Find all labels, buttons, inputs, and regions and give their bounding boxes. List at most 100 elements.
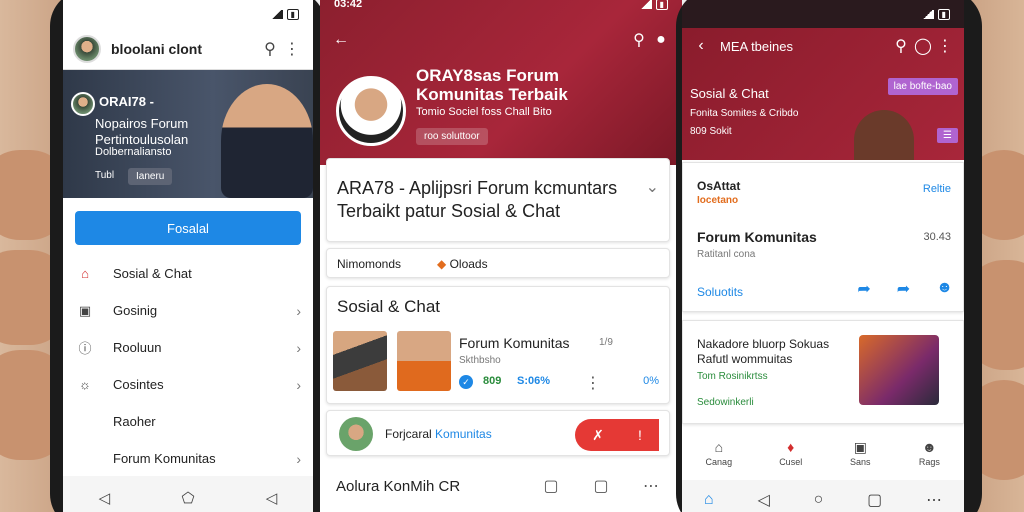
square-icon[interactable]: ▢ xyxy=(590,475,612,497)
chevron-right-icon: › xyxy=(296,450,301,467)
forward-icon[interactable]: ➦ xyxy=(897,279,910,299)
share-icon[interactable]: ➦ xyxy=(857,279,870,299)
home-icon[interactable]: ⌂ xyxy=(704,491,714,509)
battery-icon: ▮ xyxy=(937,8,950,20)
mic-icon[interactable]: ● xyxy=(650,29,672,51)
menu-item-forum-komunitas[interactable]: Forum Komunitas › xyxy=(63,440,313,477)
item-sub: Skthbsho xyxy=(459,355,501,366)
stat-blue: S:06% xyxy=(517,375,551,387)
close-icon[interactable]: ✗ xyxy=(592,427,604,444)
item-title[interactable]: Forum Komunitas xyxy=(459,335,569,351)
menu-item-label: Rooluun xyxy=(113,340,162,355)
card-link[interactable]: Reltie xyxy=(923,183,951,195)
app-title-card[interactable]: ARA78 - Aplijpsri Forum kcmuntars Terbai… xyxy=(326,158,670,242)
status-bar: ▮ xyxy=(63,0,313,28)
thumbnail[interactable] xyxy=(333,331,387,391)
square-icon[interactable]: ▢ xyxy=(540,475,562,497)
menu-item-cosintes[interactable]: ☼ Cosintes › xyxy=(63,366,313,403)
status-time: 03:42 xyxy=(334,0,363,10)
more-vert-icon[interactable]: ⋮ xyxy=(281,38,303,60)
promo-card[interactable]: Forjcaral Komunitas ✗ ! xyxy=(326,410,670,456)
hero-line1: Nopairos Forum Pertintoulusolan xyxy=(95,116,215,148)
bottom-bar: Aolura KonMih CR ▢ ▢ ⋯ xyxy=(326,466,676,506)
person-icon[interactable]: ☻ xyxy=(936,279,953,299)
menu-item-sosial-chat[interactable]: ⌂ Sosial & Chat xyxy=(63,255,313,292)
header-pill[interactable]: lae bofte-bao xyxy=(887,78,958,95)
menu-item-label: Gosinig xyxy=(113,303,158,318)
forum-card: OsAttat Iocetano Reltie Forum Komunitas … xyxy=(682,162,964,312)
bottom-title: Aolura KonMih CR xyxy=(336,477,461,495)
topbar-title: MEA tbeines xyxy=(720,38,793,54)
menu-item-rooluun[interactable]: ⓘ Rooluun › xyxy=(63,329,313,366)
back-arrow-icon[interactable]: ← xyxy=(330,29,352,51)
item-value: 1/9 xyxy=(599,337,613,348)
back-chevron-icon[interactable]: ‹ xyxy=(690,35,712,57)
avatar[interactable] xyxy=(73,34,101,63)
more-horiz-icon[interactable]: ⋯ xyxy=(640,475,662,497)
signal-icon xyxy=(921,9,934,19)
more-vert-icon[interactable]: ⋮ xyxy=(934,35,956,57)
person-photo xyxy=(854,110,914,160)
header-title: ORAY8sas Forum Komunitas Terbaik xyxy=(416,66,568,104)
primary-button[interactable]: Fosalal xyxy=(75,211,301,245)
card-actions: ➦ ➦ ☻ xyxy=(857,279,953,299)
status-icons: ▮ xyxy=(639,0,668,10)
menu-item-raoher[interactable]: Raoher xyxy=(63,403,313,440)
status-icons: ▮ xyxy=(270,8,299,20)
back-icon[interactable]: ◁ xyxy=(757,490,769,510)
more-vert-icon[interactable]: ⋮ xyxy=(585,373,601,393)
tab-label: Cusel xyxy=(779,457,803,467)
side-menu: ⌂ Sosial & Chat ▣ Gosinig › ⓘ Rooluun › … xyxy=(63,255,313,477)
avatar[interactable] xyxy=(336,76,406,146)
chevron-down-icon[interactable]: ⌄ xyxy=(646,177,659,197)
phone-right: ▮ ‹ MEA tbeines ⚲ ◯ ⋮ lae bofte-bao Sosi… xyxy=(676,0,982,512)
top-bar: ← ⚲ ● xyxy=(330,26,672,54)
meta-left[interactable]: Nimomonds xyxy=(337,257,401,271)
action-toggle[interactable]: ✗ ! xyxy=(575,419,659,451)
news-author: Sedowinkerli xyxy=(697,397,754,408)
chat-icon[interactable]: ◯ xyxy=(912,35,934,57)
phone-middle: 03:42 ▮ ← ⚲ ● ORAY8sas Forum Komunitas T… xyxy=(320,0,682,512)
app-title: bloolani clont xyxy=(111,40,202,57)
hero-title: ORAI78 - xyxy=(99,94,154,109)
recents-icon[interactable]: ◁ xyxy=(266,489,278,507)
tab-sans[interactable]: ▣ Sans xyxy=(849,439,871,468)
circle-home-icon[interactable]: ○ xyxy=(814,491,824,509)
system-nav-bar: ⌂ ◁ ○ ▢ ⋯ xyxy=(682,480,964,512)
tab-canag[interactable]: ⌂ Canag xyxy=(706,439,733,467)
search-icon[interactable]: ⚲ xyxy=(628,29,650,51)
home-icon[interactable]: ⬠ xyxy=(181,489,194,507)
status-icons: ▮ xyxy=(921,8,950,20)
card-solution[interactable]: Soluotits xyxy=(697,285,743,299)
recents-icon[interactable]: ▢ xyxy=(867,490,882,510)
exclaim-icon[interactable]: ! xyxy=(638,427,642,443)
app-bar: bloolani clont ⚲ ⋮ xyxy=(63,28,313,70)
document-icon: ▣ xyxy=(78,302,92,318)
search-icon[interactable]: ⚲ xyxy=(259,38,281,60)
tab-label: Sans xyxy=(850,457,871,467)
status-bar: ▮ xyxy=(682,0,964,28)
meta-right[interactable]: ◆ Oloads xyxy=(437,257,488,271)
card-title[interactable]: Forum Komunitas xyxy=(697,229,817,245)
tab-cusel[interactable]: ♦ Cusel xyxy=(779,439,802,467)
more-horiz-icon[interactable]: ⋯ xyxy=(926,490,942,510)
phone-left: ▮ bloolani clont ⚲ ⋮ ORAI78 - Nopairos F… xyxy=(50,0,326,512)
chevron-right-icon: › xyxy=(296,339,301,356)
status-bar: 03:42 ▮ xyxy=(320,0,682,18)
hero-line2-text: Pertintoulusolan xyxy=(95,132,189,147)
hero-line3: Dolbernaliansto xyxy=(95,146,172,158)
header-badge[interactable]: roo soluttoor xyxy=(416,128,488,145)
news-card[interactable]: Nakadore bluorp Sokuas Rafutl wommuitas … xyxy=(682,320,964,424)
thumbnail[interactable] xyxy=(397,331,451,391)
stat-green: 809 xyxy=(483,375,502,387)
header-subtitle: Fonita Somites & Cribdo xyxy=(690,108,799,119)
tab-rags[interactable]: ☻ Rags xyxy=(918,439,940,467)
tag-icon: ◆ xyxy=(437,257,450,271)
back-icon[interactable]: ◁ xyxy=(99,489,111,507)
home-icon: ⌂ xyxy=(81,266,89,281)
hero-tag-button[interactable]: Ianeru xyxy=(128,168,173,185)
menu-icon[interactable]: ☰ xyxy=(937,128,958,143)
meta-right-text: Oloads xyxy=(449,257,488,271)
menu-item-gosinig[interactable]: ▣ Gosinig › xyxy=(63,292,313,329)
search-icon[interactable]: ⚲ xyxy=(890,35,912,57)
